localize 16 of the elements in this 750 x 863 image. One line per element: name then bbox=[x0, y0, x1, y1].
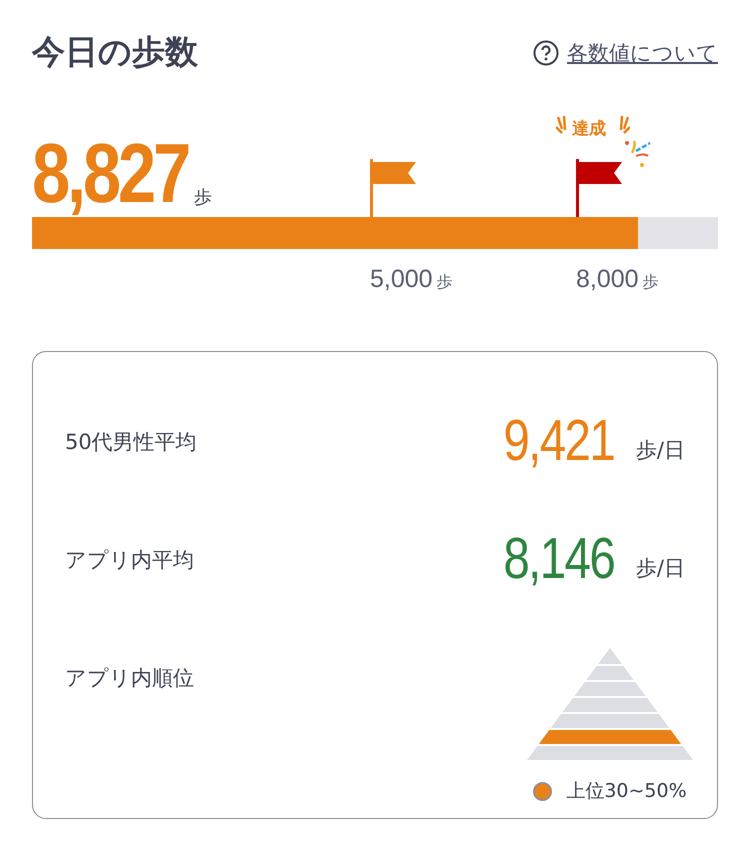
goal-label: 8,000 歩 bbox=[576, 265, 659, 294]
row-label: 50代男性平均 bbox=[65, 429, 197, 456]
help-icon bbox=[533, 40, 559, 66]
value-unit: 歩/日 bbox=[636, 437, 685, 464]
legend-text: 上位30~50% bbox=[566, 779, 687, 804]
row-label: アプリ内平均 bbox=[65, 547, 194, 574]
step-unit: 歩 bbox=[194, 186, 212, 209]
help-link[interactable]: 各数値について bbox=[533, 38, 718, 66]
average-value: 9,421 bbox=[503, 412, 614, 470]
page-title: 今日の歩数 bbox=[32, 31, 198, 73]
goal-label: 5,000 歩 bbox=[370, 265, 453, 294]
step-count: 8,827 bbox=[32, 131, 188, 215]
average-value: 8,146 bbox=[503, 530, 614, 588]
value-unit: 歩/日 bbox=[636, 555, 685, 582]
row-label: アプリ内順位 bbox=[65, 665, 194, 692]
achieved-label: 達成 bbox=[572, 118, 606, 140]
